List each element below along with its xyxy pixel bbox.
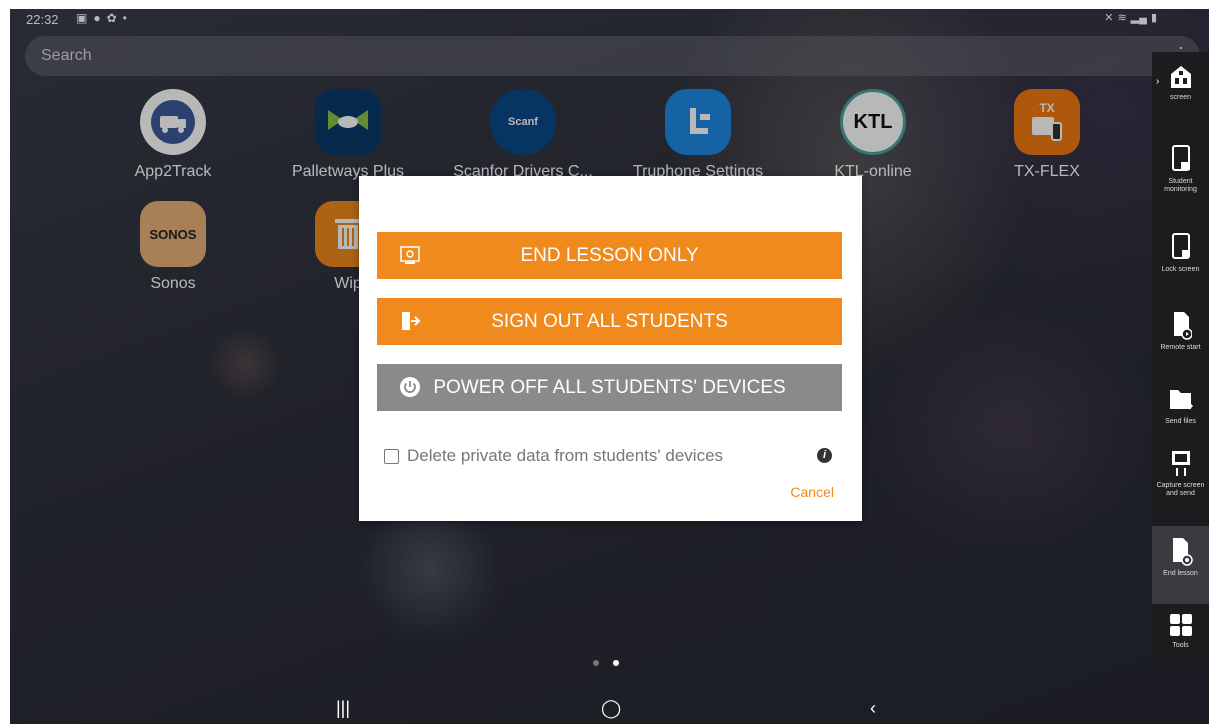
delete-private-data-option[interactable]: Delete private data from students' devic… <box>384 446 723 466</box>
tool-end-lesson[interactable]: End lesson <box>1152 526 1209 604</box>
tool-screen[interactable]: screen <box>1152 64 1209 102</box>
teacher-toolbar: › screen Student monitoring Lock screen … <box>1152 52 1209 662</box>
tools-icon <box>1169 614 1192 636</box>
sign-out-icon <box>402 312 421 330</box>
top-white-strip <box>0 0 160 9</box>
school-icon <box>1170 66 1191 88</box>
tool-label: screen <box>1169 94 1191 101</box>
folder-send-icon <box>1169 390 1193 410</box>
tool-tools[interactable]: Tools <box>1152 612 1209 650</box>
android-home-screen: 22:32 ▣ ● ✿ • ✕ ≋ ▂▄ ▮ Search ⋮ App2Trac… <box>10 9 1209 724</box>
page-dot-active[interactable] <box>613 660 619 666</box>
power-off-all-button[interactable]: POWER OFF ALL STUDENTS' DEVICES <box>377 364 842 411</box>
end-lesson-only-button[interactable]: END LESSON ONLY <box>377 232 842 279</box>
tool-remote-start[interactable]: Remote start <box>1152 310 1209 352</box>
tool-student-monitoring[interactable]: Student monitoring <box>1152 144 1209 194</box>
delete-private-data-label: Delete private data from students' devic… <box>407 446 724 465</box>
tool-label: Tools <box>1172 642 1189 649</box>
cancel-button[interactable]: Cancel <box>790 484 834 500</box>
tool-lock-screen[interactable]: Lock screen <box>1152 232 1209 274</box>
sign-out-all-button[interactable]: SIGN OUT ALL STUDENTS <box>377 298 842 345</box>
page-dot[interactable] <box>593 660 599 666</box>
info-icon[interactable]: i <box>817 448 832 463</box>
end-lesson-dialog: END LESSON ONLY SIGN OUT ALL STUDENTS PO… <box>359 176 862 521</box>
sign-out-label: SIGN OUT ALL STUDENTS <box>491 310 728 332</box>
tool-label: Send files <box>1165 418 1196 425</box>
tool-label: Capture screen and send <box>1156 482 1205 497</box>
tool-label: End lesson <box>1163 570 1198 577</box>
tool-label: Remote start <box>1160 344 1201 351</box>
navigation-bar: ||| ◯ ‹ <box>10 692 1209 724</box>
tool-label: Lock screen <box>1161 266 1200 273</box>
capture-icon <box>1171 451 1190 476</box>
tablet-monitor-icon <box>1171 145 1190 171</box>
end-lesson-icon <box>1172 538 1193 566</box>
lesson-icon <box>400 246 420 264</box>
tablet-lock-icon <box>1171 233 1190 259</box>
tool-label: Student monitoring <box>1164 178 1197 193</box>
back-icon[interactable]: ‹ <box>870 698 876 719</box>
tool-capture-screen[interactable]: Capture screen and send <box>1152 448 1209 498</box>
remote-start-icon <box>1173 312 1192 340</box>
page-indicator <box>593 660 619 666</box>
delete-private-data-checkbox[interactable] <box>384 448 399 464</box>
end-lesson-label: END LESSON ONLY <box>520 244 699 266</box>
home-icon[interactable]: ◯ <box>601 698 621 719</box>
power-icon <box>400 377 420 397</box>
power-off-label: POWER OFF ALL STUDENTS' DEVICES <box>433 376 786 398</box>
tool-send-files[interactable]: Send files <box>1152 386 1209 426</box>
recent-apps-icon[interactable]: ||| <box>336 698 350 719</box>
